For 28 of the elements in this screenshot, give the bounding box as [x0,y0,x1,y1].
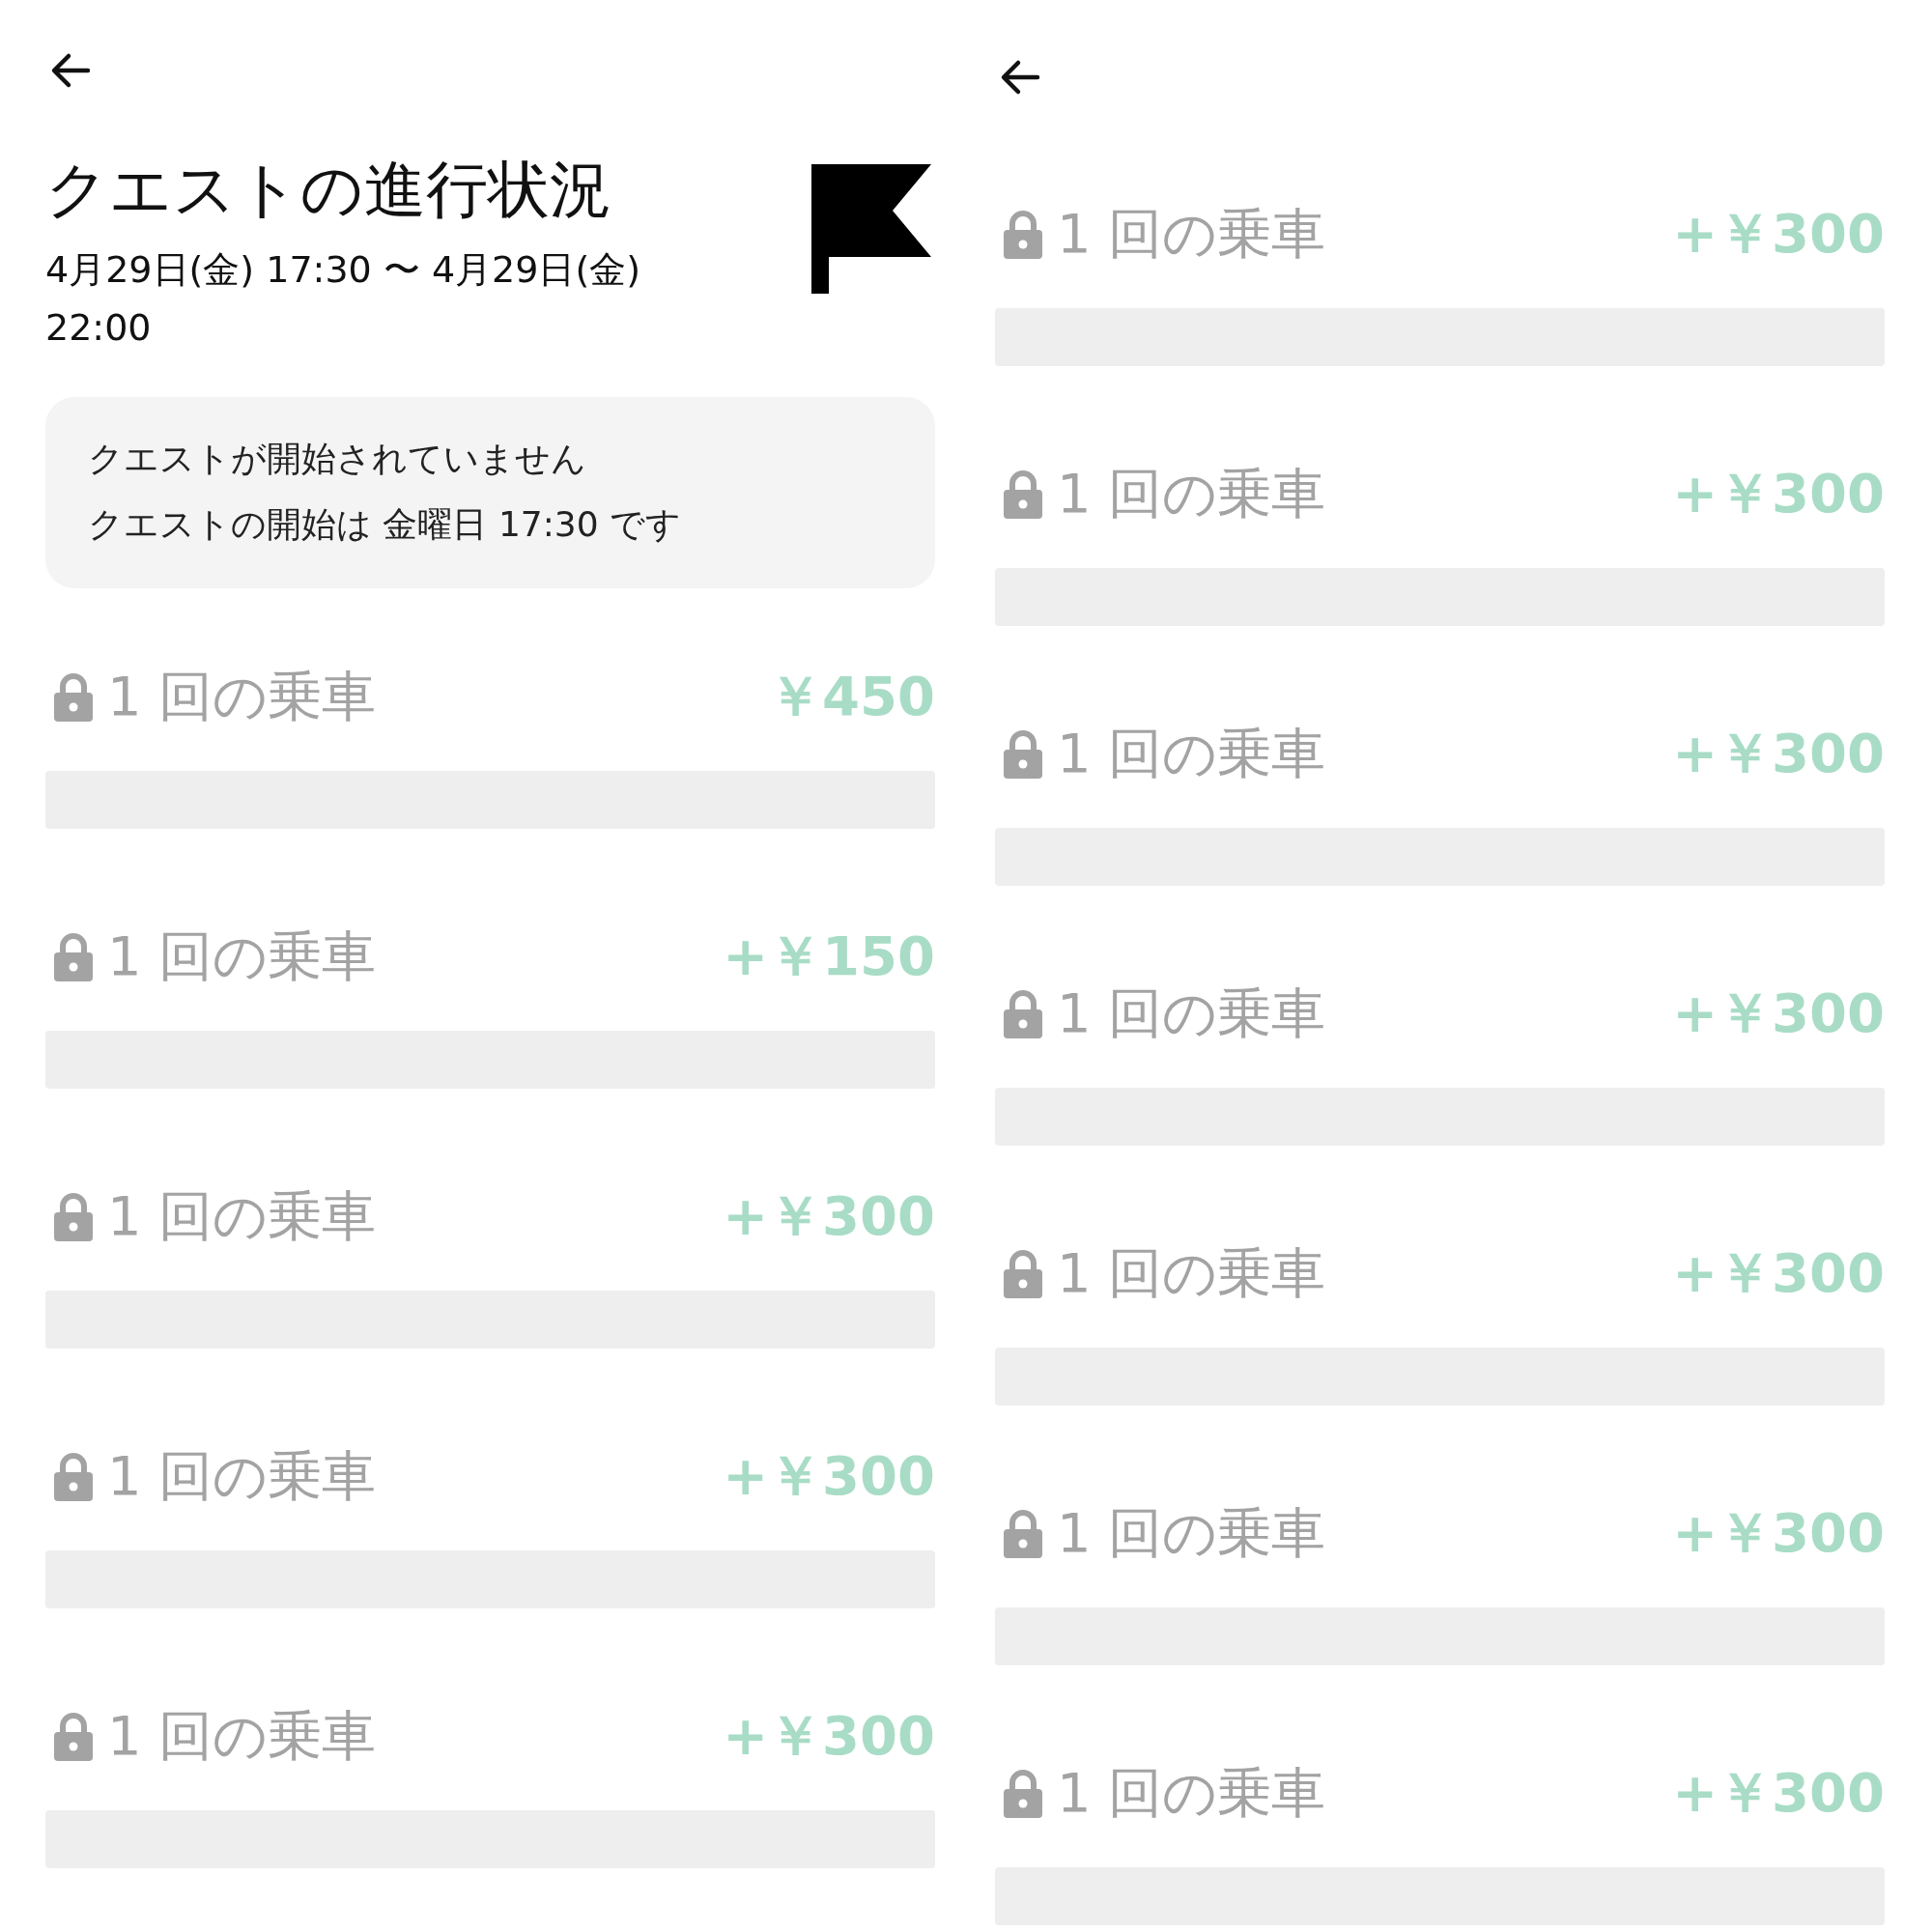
reward-amount: +￥300 [1672,1760,1885,1826]
page-title: クエストの進行状況 [45,153,612,227]
ride-label: 1 回の乗車 [107,1182,378,1249]
reward-amount: +￥300 [1672,1240,1885,1306]
ride-label: 1 回の乗車 [1057,1500,1327,1566]
ride-label: 1 回の乗車 [1057,980,1327,1046]
reward-amount: +￥300 [1672,721,1885,786]
reward-amount: +￥300 [723,1442,935,1509]
notice-text: クエストの開始は 金曜日 17:30 です [88,502,683,546]
reward-amount: +￥300 [723,1182,935,1249]
ride-label: 1 回の乗車 [107,663,378,729]
reward-amount: +￥300 [723,1702,935,1769]
ride-label: 1 回の乗車 [1057,721,1327,786]
reward-amount: +￥300 [1672,1500,1885,1566]
notice-text: クエストが開始されていません [88,437,587,480]
ride-label: 1 回の乗車 [1057,1760,1327,1826]
ride-label: 1 回の乗車 [107,923,378,989]
reward-amount: +￥150 [723,923,935,989]
ride-label: 1 回の乗車 [1057,461,1327,526]
reward-amount: +￥300 [1672,980,1885,1046]
reward-amount: +￥300 [1672,461,1885,526]
reward-amount: +￥300 [1672,201,1885,267]
ride-label: 1 回の乗車 [107,1442,378,1509]
ride-label: 1 回の乗車 [1057,1240,1327,1306]
quest-period: 4月29日(金) 17:30 〜 4月29日(金) 22:00 [45,246,642,351]
ride-label: 1 回の乗車 [1057,201,1327,267]
ride-label: 1 回の乗車 [107,1702,378,1769]
reward-amount: ￥450 [768,663,935,729]
